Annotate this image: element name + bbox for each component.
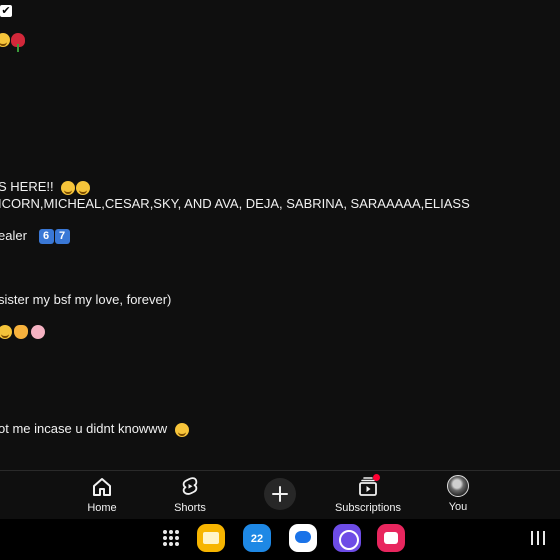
smile-emoji [61,180,76,195]
avatar [447,475,469,497]
nav-shorts-label: Shorts [174,502,206,514]
keycap-7-emoji: 7 [54,229,70,245]
nav-subscriptions-label: Subscriptions [334,502,402,514]
tongue-emoji [174,422,189,437]
shorts-icon [182,477,198,495]
nav-subscriptions[interactable]: Subscriptions [323,471,413,517]
bio-line-1: S HERE!! [0,179,91,195]
bio-text-4: sister my bsf my love, forever) [0,292,172,307]
bio-text-2: ICORN,MICHEAL,CESAR,SKY, AND AVA, DEJA, … [0,196,470,211]
rose-emoji [11,33,25,52]
new-content-dot [373,474,380,481]
bio-line-5 [0,323,45,339]
bio-text-6: ot me incase u didnt knowww [0,421,168,436]
keycap-6-emoji: 6 [38,229,54,245]
nav-home-label: Home [87,502,117,514]
smile-emoji [76,180,91,195]
internet-app-icon[interactable] [333,524,361,552]
recents-icon[interactable] [531,531,545,545]
smile-emoji [0,33,10,47]
emoji-row [0,33,25,52]
bottom-nav: Home Shorts Subscriptions You [0,471,560,519]
bio-line-3: ealer 67 [0,228,70,245]
crossed-fingers-emoji [14,324,28,339]
checkbox-checked-icon[interactable]: ✔ [0,5,12,17]
messages-app-icon[interactable] [289,524,317,552]
bio-line-2: ICORN,MICHEAL,CESAR,SKY, AND AVA, DEJA, … [0,196,470,211]
create-plus-icon [272,486,288,502]
bio-line-6: ot me incase u didnt knowww [0,421,189,437]
bio-text-3: ealer [0,228,27,243]
my-files-app-icon[interactable] [197,524,225,552]
heart-hands-emoji [31,324,45,339]
apps-grid-icon[interactable] [163,530,179,546]
home-icon [93,478,111,496]
bio-line-4: sister my bsf my love, forever) [0,292,171,307]
nav-shorts[interactable]: Shorts [145,471,235,517]
bio-text-1: S HERE!! [0,179,54,194]
calendar-app-icon[interactable]: 22 [243,524,271,552]
smile-emoji [0,324,12,339]
nav-you-label: You [448,501,468,513]
create-button[interactable] [264,478,296,510]
nav-you[interactable]: You [413,471,503,517]
screen-recorder-app-icon[interactable] [377,524,405,552]
system-taskbar: 22 [0,519,560,560]
nav-home[interactable]: Home [57,471,147,517]
